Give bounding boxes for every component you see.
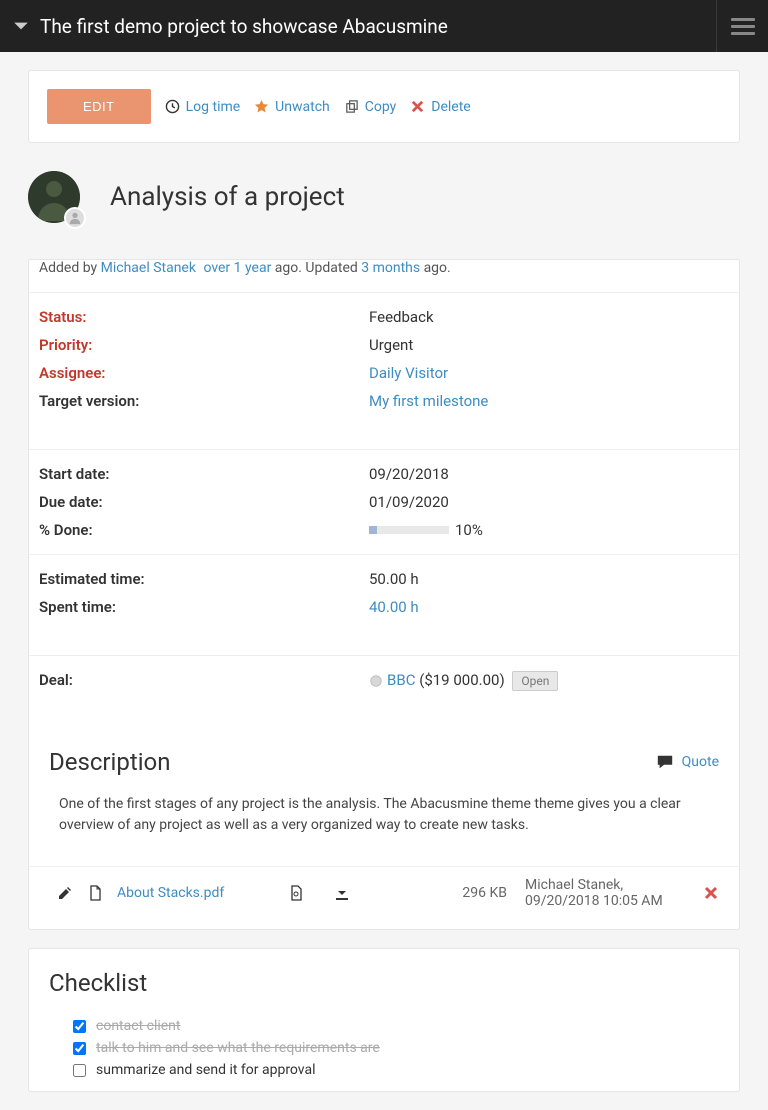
checklist-item: talk to him and see what the requirement…	[49, 1037, 719, 1059]
start-date-value: 09/20/2018	[369, 465, 729, 483]
pct-done-text: 10%	[455, 521, 483, 539]
avatar-wrap	[28, 171, 80, 223]
description-heading: Description	[49, 748, 171, 776]
attachment-author-time: Michael Stanek, 09/20/2018 10:05 AM	[525, 877, 685, 909]
status-value: Feedback	[369, 308, 729, 326]
pct-done-label: % Done:	[39, 521, 369, 539]
preview-icon[interactable]	[288, 885, 304, 901]
spent-link[interactable]: 40.00 h	[369, 598, 419, 616]
attachment-link[interactable]: About Stacks.pdf	[117, 885, 224, 901]
deal-icon	[369, 674, 383, 688]
deal-amount: ($19 000.00)	[415, 671, 508, 689]
issue-details: Added by Michael Stanek over 1 year ago.…	[28, 259, 740, 930]
unwatch-link[interactable]: Unwatch	[254, 99, 330, 115]
assignee-avatar[interactable]	[64, 207, 86, 229]
quote-label: Quote	[682, 754, 719, 770]
log-time-link[interactable]: Log time	[165, 99, 241, 115]
checklist-item: contact client	[49, 1015, 719, 1037]
copy-label: Copy	[365, 99, 397, 115]
priority-label: Priority:	[39, 336, 369, 354]
assignee-label: Assignee:	[39, 364, 369, 382]
comment-icon	[656, 753, 674, 771]
clock-icon	[165, 99, 180, 114]
checklist-heading: Checklist	[49, 969, 719, 997]
header-left: The first demo project to showcase Abacu…	[0, 15, 716, 38]
deal-badge: Open	[512, 671, 558, 691]
checklist-item-label: talk to him and see what the requirement…	[96, 1040, 380, 1056]
ago1: ago. Updated	[271, 260, 361, 276]
quote-button[interactable]: Quote	[656, 753, 719, 771]
issue-title: Analysis of a project	[110, 182, 345, 212]
delete-attachment-icon[interactable]	[703, 885, 719, 901]
checklist-checkbox[interactable]	[73, 1042, 86, 1055]
assignee-link[interactable]: Daily Visitor	[369, 364, 448, 382]
deal-link[interactable]: BBC	[387, 671, 415, 689]
copy-icon	[344, 99, 359, 114]
attachment-row: About Stacks.pdf 296 KB Michael Stanek, …	[29, 866, 739, 929]
log-time-label: Log time	[186, 99, 241, 115]
description-body: One of the first stages of any project i…	[49, 794, 719, 836]
copy-link[interactable]: Copy	[344, 99, 397, 115]
issue-card: EDIT Log time Unwatch Copy Delete	[28, 70, 740, 143]
hamburger-icon	[731, 18, 755, 35]
checklist-card: Checklist contact client talk to him and …	[28, 948, 740, 1092]
attributes: Status:Feedback Priority:Urgent Assignee…	[29, 292, 739, 728]
deal-label: Deal:	[39, 671, 369, 689]
checklist-checkbox[interactable]	[73, 1020, 86, 1033]
estimated-value: 50.00 h	[369, 570, 729, 588]
description-section: Description Quote One of the first stage…	[29, 728, 739, 866]
ago2: ago.	[420, 260, 451, 276]
pdf-icon	[87, 885, 103, 901]
edit-icon[interactable]	[57, 885, 73, 901]
attachment-size: 296 KB	[462, 885, 507, 901]
download-icon[interactable]	[334, 885, 350, 901]
menu-button[interactable]	[716, 0, 768, 52]
chevron-down-icon[interactable]	[12, 17, 30, 35]
issue-toolbar: EDIT Log time Unwatch Copy Delete	[29, 71, 739, 142]
edit-button[interactable]: EDIT	[47, 89, 151, 124]
deal-value: BBC ($19 000.00) Open	[369, 671, 729, 689]
project-title[interactable]: The first demo project to showcase Abacu…	[40, 15, 448, 38]
target-version-link[interactable]: My first milestone	[369, 392, 488, 410]
progress-bar	[369, 526, 449, 534]
checklist-item: summarize and send it for approval	[49, 1059, 719, 1081]
priority-value: Urgent	[369, 336, 729, 354]
delete-link[interactable]: Delete	[410, 99, 470, 115]
updated-link[interactable]: 3 months	[361, 260, 420, 276]
due-date-value: 01/09/2020	[369, 493, 729, 511]
due-date-label: Due date:	[39, 493, 369, 511]
checklist-item-label: summarize and send it for approval	[96, 1062, 316, 1078]
spent-label: Spent time:	[39, 598, 369, 616]
star-icon	[254, 99, 269, 114]
author-link[interactable]: Michael Stanek	[101, 260, 196, 276]
target-version-label: Target version:	[39, 392, 369, 410]
created-link[interactable]: over 1 year	[203, 260, 271, 276]
checklist-checkbox[interactable]	[73, 1064, 86, 1077]
close-icon	[410, 99, 425, 114]
unwatch-label: Unwatch	[275, 99, 330, 115]
start-date-label: Start date:	[39, 465, 369, 483]
delete-label: Delete	[431, 99, 470, 115]
added-by-prefix: Added by	[39, 260, 101, 276]
estimated-label: Estimated time:	[39, 570, 369, 588]
issue-header: Analysis of a project	[28, 161, 740, 241]
pct-done-value: 10%	[369, 521, 729, 539]
checklist-item-label: contact client	[96, 1018, 181, 1034]
app-header: The first demo project to showcase Abacu…	[0, 0, 768, 52]
status-label: Status:	[39, 308, 369, 326]
issue-meta: Added by Michael Stanek over 1 year ago.…	[29, 260, 739, 292]
